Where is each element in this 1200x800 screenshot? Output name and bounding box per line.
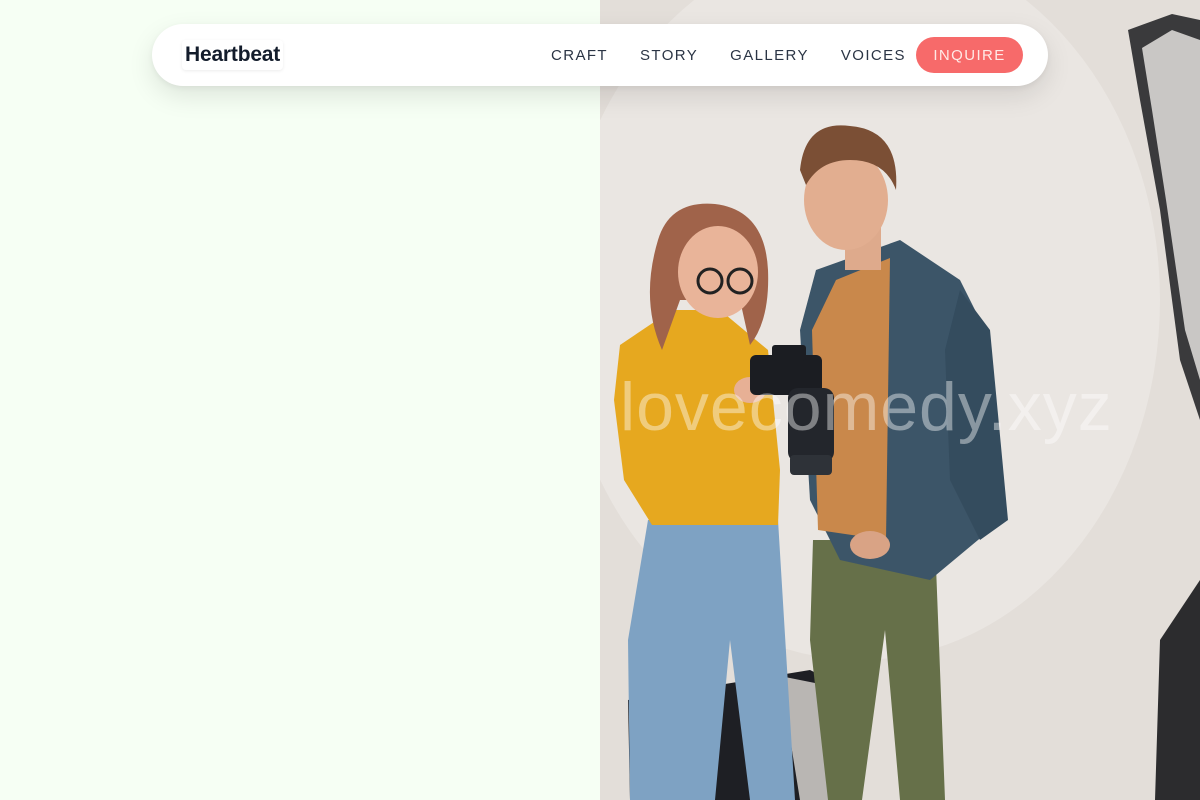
inquire-button[interactable]: INQUIRE	[916, 37, 1023, 73]
nav-link-craft[interactable]: CRAFT	[551, 47, 608, 64]
top-navbar: Heartbeat CRAFT STORY GALLERY VOICES INQ…	[152, 24, 1048, 86]
hero-left-panel	[0, 0, 600, 800]
brand-logo[interactable]: Heartbeat	[182, 40, 283, 70]
nav-link-voices[interactable]: VOICES	[841, 47, 906, 64]
nav-links: CRAFT STORY GALLERY VOICES	[551, 24, 938, 86]
watermark-text: lovecomedy.xyz	[620, 369, 1113, 445]
nav-link-story[interactable]: STORY	[640, 47, 698, 64]
nav-link-gallery[interactable]: GALLERY	[730, 47, 809, 64]
